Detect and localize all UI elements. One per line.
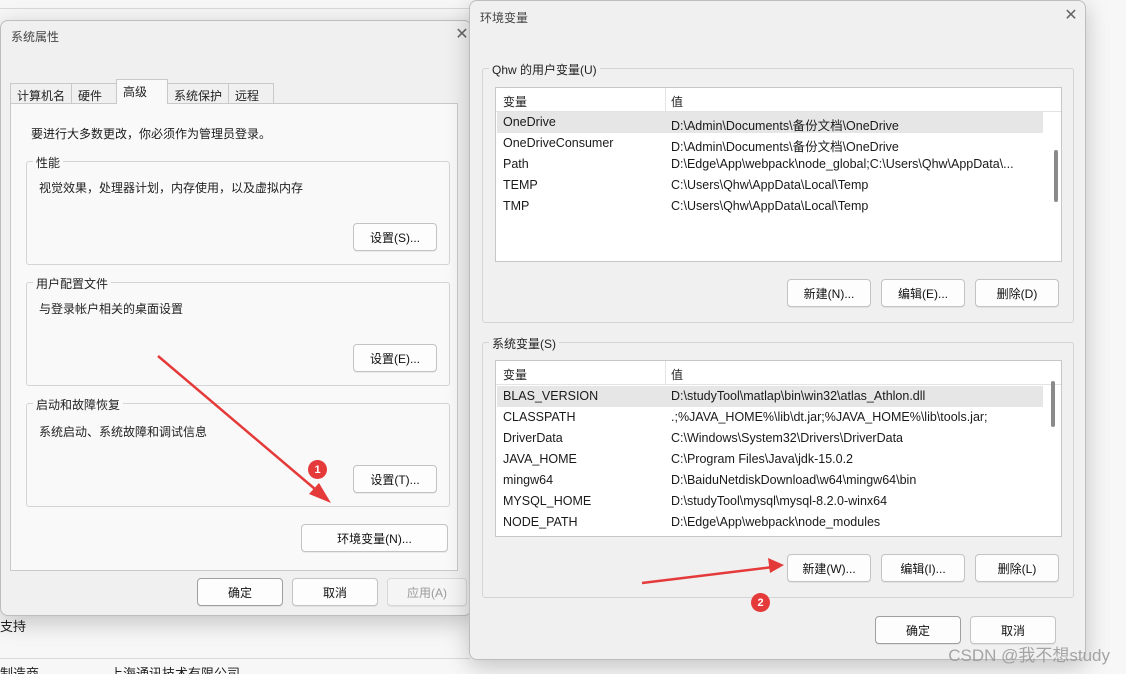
step-marker-1: 1 xyxy=(308,460,327,479)
watermark: CSDN @我不想study xyxy=(948,646,1110,665)
arrow-2-icon xyxy=(641,558,784,585)
step-marker-2: 2 xyxy=(751,593,770,612)
tab-advanced[interactable]: 高级 xyxy=(116,79,168,104)
annotation-arrows xyxy=(157,355,784,585)
arrow-1-icon xyxy=(157,355,331,503)
